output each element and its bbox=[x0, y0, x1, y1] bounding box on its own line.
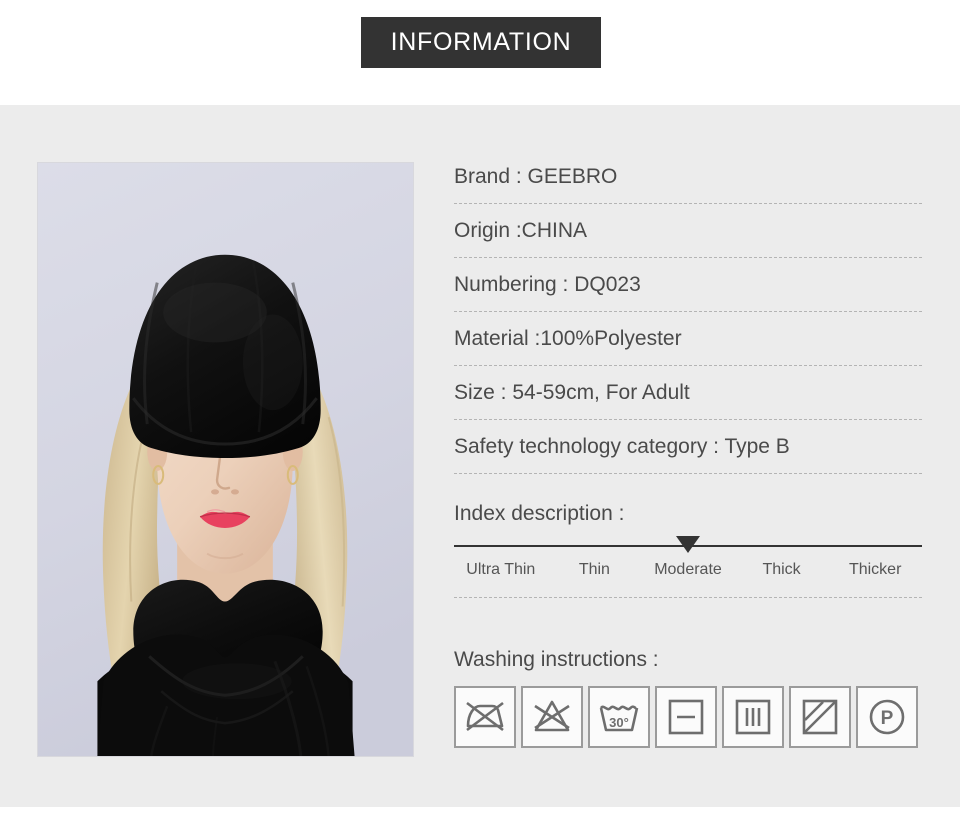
machine-wash-30-icon: 30° bbox=[599, 705, 639, 732]
care-symbol-dry-in-shade bbox=[789, 686, 851, 748]
care-symbol-row: 30° P bbox=[454, 686, 922, 748]
dry-clean-p-icon: P bbox=[869, 699, 905, 735]
dry-clean-letter: P bbox=[881, 708, 894, 729]
thickness-scale bbox=[454, 536, 922, 553]
spec-row-origin: Origin :CHINA bbox=[454, 204, 922, 258]
care-symbol-machine-wash-30: 30° bbox=[588, 686, 650, 748]
index-description-block: Index description : Ultra Thin Thin Mode… bbox=[454, 492, 922, 598]
header-band: INFORMATION bbox=[0, 0, 960, 105]
page-title: INFORMATION bbox=[390, 28, 572, 56]
spec-text-brand: Brand : GEEBRO bbox=[454, 164, 618, 188]
spec-text-material: Material :100%Polyester bbox=[454, 326, 682, 350]
spec-list: Brand : GEEBRO Origin :CHINA Numbering :… bbox=[454, 150, 922, 474]
spec-text-safety-category: Safety technology category : Type B bbox=[454, 434, 790, 458]
scale-label-thin: Thin bbox=[578, 561, 610, 578]
thickness-scale-labels: Ultra Thin Thin Moderate Thick Thicker bbox=[454, 561, 922, 579]
spec-text-origin: Origin :CHINA bbox=[454, 218, 588, 242]
product-photo-illustration bbox=[38, 163, 413, 756]
care-symbol-professional-dry-clean: P bbox=[856, 686, 918, 748]
information-header-chip: INFORMATION bbox=[361, 17, 601, 68]
care-symbol-drip-dry bbox=[722, 686, 784, 748]
spec-row-brand: Brand : GEEBRO bbox=[454, 150, 922, 204]
product-photo bbox=[37, 162, 414, 757]
index-description-title: Index description : bbox=[454, 502, 625, 525]
do-not-bleach-icon bbox=[534, 700, 570, 732]
dry-in-shade-icon bbox=[802, 699, 838, 735]
drip-dry-icon bbox=[735, 699, 771, 735]
care-symbol-do-not-bleach bbox=[521, 686, 583, 748]
spec-row-safety-category: Safety technology category : Type B bbox=[454, 420, 922, 474]
scale-label-moderate: Moderate bbox=[654, 561, 722, 578]
scale-label-ultra-thin: Ultra Thin bbox=[466, 561, 536, 578]
spec-row-material: Material :100%Polyester bbox=[454, 312, 922, 366]
spec-text-numbering: Numbering : DQ023 bbox=[454, 272, 641, 296]
washing-instructions-title: Washing instructions : bbox=[454, 648, 659, 671]
dry-flat-icon bbox=[668, 699, 704, 735]
do-not-iron-icon bbox=[466, 701, 504, 732]
thickness-scale-marker bbox=[676, 536, 700, 553]
wash-temperature-label: 30° bbox=[609, 715, 629, 730]
index-description-divider bbox=[454, 597, 922, 598]
footer-band bbox=[0, 807, 960, 832]
scale-label-thicker: Thicker bbox=[848, 561, 902, 578]
washing-instructions-block: Washing instructions : 30° P bbox=[454, 638, 922, 748]
product-information-page: INFORMATION Brand: GEEBRO Origin:CHINA… bbox=[0, 0, 960, 832]
content-panel: Brand : GEEBRO Origin :CHINA Numbering :… bbox=[0, 105, 960, 807]
spec-row-size: Size : 54-59cm, For Adult bbox=[454, 366, 922, 420]
care-symbol-do-not-iron bbox=[454, 686, 516, 748]
spec-row-numbering: Numbering : DQ023 bbox=[454, 258, 922, 312]
spec-text-size: Size : 54-59cm, For Adult bbox=[454, 380, 690, 404]
scale-label-thick: Thick bbox=[762, 561, 801, 578]
care-symbol-dry-flat bbox=[655, 686, 717, 748]
